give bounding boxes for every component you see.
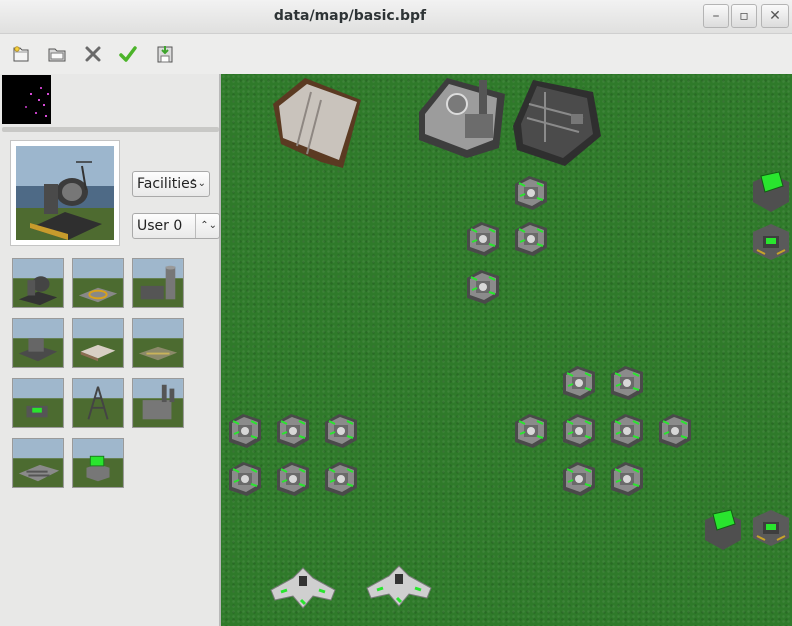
oil-derrick-icon	[73, 379, 123, 427]
turret-unit[interactable]	[562, 461, 596, 497]
power-plant-icon	[133, 259, 183, 307]
palette-item-radar[interactable]	[12, 258, 64, 308]
new-file-icon	[13, 46, 29, 62]
turret-unit[interactable]	[276, 461, 310, 497]
open-folder-button[interactable]	[43, 40, 71, 68]
landing-pad-icon	[133, 319, 183, 367]
turret-unit[interactable]	[562, 413, 596, 449]
close-window-button[interactable]: ✕	[761, 4, 789, 28]
title-bar: data/map/basic.bpf – ▫ ✕	[0, 0, 792, 34]
turret-unit[interactable]	[228, 413, 262, 449]
close-x-icon	[85, 46, 101, 62]
barracks-building[interactable]	[273, 78, 361, 168]
palette-item-generator[interactable]	[12, 378, 64, 428]
generator[interactable]	[752, 223, 790, 261]
turret-unit[interactable]	[324, 413, 358, 449]
generator[interactable]	[752, 509, 790, 547]
defense-tower[interactable]	[752, 171, 790, 213]
maximize-button[interactable]: ▫	[731, 4, 757, 28]
radar-facility-image	[16, 146, 114, 240]
turret-unit[interactable]	[514, 413, 548, 449]
minimize-button[interactable]: –	[703, 4, 729, 28]
apply-button[interactable]	[114, 40, 142, 68]
turret-unit[interactable]	[228, 461, 262, 497]
palette-item-defense-tower[interactable]	[72, 438, 124, 488]
palette-item-factory[interactable]	[132, 378, 184, 428]
close-icon: ✕	[769, 8, 781, 24]
user-select[interactable]: User 0 ⌃⌄	[132, 213, 220, 239]
user-select-value: User 0	[137, 218, 183, 234]
category-select-value: Facilities	[137, 176, 197, 192]
palette-item-oil-derrick[interactable]	[72, 378, 124, 428]
toolbar	[0, 34, 792, 74]
factory-building[interactable]	[419, 78, 505, 158]
turret-unit[interactable]	[562, 365, 596, 401]
save-button[interactable]	[151, 40, 179, 68]
defense-tower[interactable]	[704, 509, 742, 551]
minimize-icon: –	[712, 8, 720, 24]
turret-unit[interactable]	[276, 413, 310, 449]
turret-unit[interactable]	[514, 221, 548, 257]
palette-item-landing-pad[interactable]	[132, 318, 184, 368]
palette-item-command-center[interactable]	[12, 318, 64, 368]
close-button[interactable]	[79, 40, 107, 68]
command-center-icon	[13, 319, 63, 367]
turret-unit[interactable]	[610, 365, 644, 401]
generator-icon	[13, 379, 63, 427]
turret-unit[interactable]	[514, 175, 548, 211]
selected-facility-preview	[10, 140, 120, 246]
folder-open-icon	[48, 48, 66, 62]
palette-item-power-plant[interactable]	[132, 258, 184, 308]
research-facility-icon	[13, 439, 63, 487]
barracks-icon	[73, 319, 123, 367]
turret-unit[interactable]	[324, 461, 358, 497]
factory-icon	[133, 379, 183, 427]
map-objects	[228, 78, 790, 610]
chevron-updown-icon: ⌃⌄	[189, 178, 206, 189]
palette-item-helipad[interactable]	[72, 258, 124, 308]
turret-unit[interactable]	[658, 413, 692, 449]
save-disk-icon	[157, 46, 173, 63]
radar-facility-icon	[13, 259, 63, 307]
turret-unit[interactable]	[466, 269, 500, 305]
turret-unit[interactable]	[466, 221, 500, 257]
aircraft-unit[interactable]	[365, 564, 433, 608]
checkmark-icon	[119, 46, 137, 62]
palette-item-research-facility[interactable]	[12, 438, 64, 488]
command-center-building[interactable]	[513, 80, 601, 166]
palette-item-barracks[interactable]	[72, 318, 124, 368]
chevron-updown-icon: ⌃⌄	[195, 214, 217, 238]
sidebar-separator[interactable]	[2, 127, 219, 132]
defense-tower-icon	[73, 439, 123, 487]
aircraft-unit[interactable]	[269, 566, 337, 610]
turret-unit[interactable]	[610, 461, 644, 497]
turret-unit[interactable]	[610, 413, 644, 449]
map-canvas[interactable]	[221, 74, 792, 626]
category-select[interactable]: Facilities ⌃⌄	[132, 171, 210, 197]
minimap[interactable]	[2, 75, 51, 124]
maximize-icon: ▫	[739, 8, 749, 24]
helipad-icon	[73, 259, 123, 307]
window-title: data/map/basic.bpf	[273, 8, 427, 24]
new-file-button[interactable]	[7, 40, 35, 68]
